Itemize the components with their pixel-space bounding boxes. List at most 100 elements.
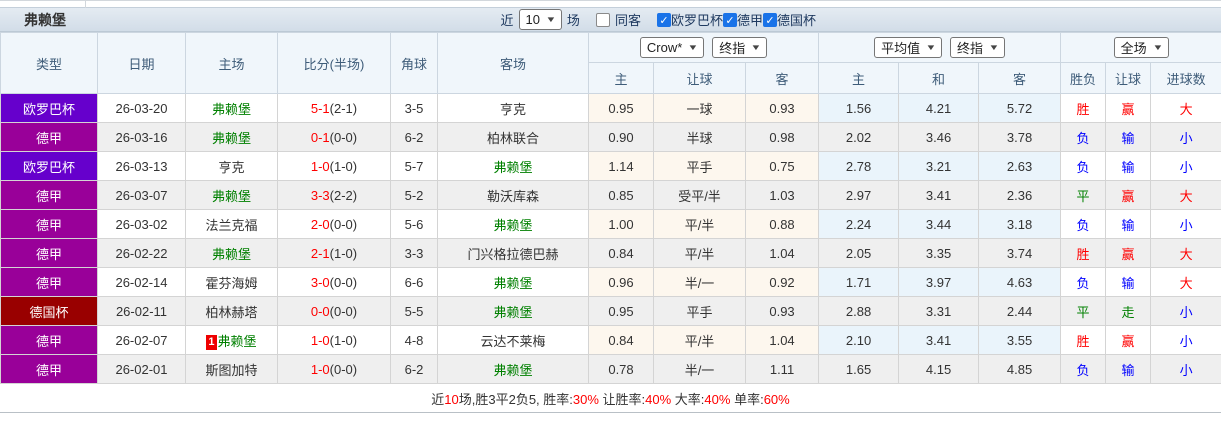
home-team-name: 斯图加特 <box>205 362 258 378</box>
score-halftime: (0-0) <box>329 361 358 377</box>
summary-segment: 场,胜3平2负5, 胜率: <box>458 391 573 407</box>
result-goals: 大 <box>1150 238 1221 268</box>
corner-score: 3-5 <box>390 93 438 123</box>
result-goals: 小 <box>1150 325 1221 355</box>
summary-segment: 让胜率: <box>598 391 646 407</box>
euro-away-odds: 3.78 <box>978 122 1062 152</box>
competition-checkbox-label[interactable]: 德国杯 <box>777 10 816 29</box>
subcol-asia-home: 主 <box>588 62 654 94</box>
col-header-score: 比分(半场) <box>277 32 391 94</box>
match-type-badge: 德甲 <box>0 209 98 239</box>
match-type-badge: 德甲 <box>0 267 98 297</box>
result-winlose: 胜 <box>1060 325 1107 355</box>
summary-segment: 近 <box>431 391 445 407</box>
score-halftime: (0-0) <box>329 129 358 145</box>
col-header-date: 日期 <box>97 32 186 94</box>
result-handicap: 赢 <box>1105 238 1152 268</box>
asia-home-odds: 0.84 <box>588 325 654 355</box>
scope-select[interactable]: 全场 ▼ <box>1113 37 1169 58</box>
competition-checkbox[interactable]: ✓ <box>722 12 737 27</box>
home-team-cell: 弗赖堡 <box>185 93 278 123</box>
corner-score: 6-6 <box>390 267 438 297</box>
home-team-cell: 法兰克福 <box>185 209 278 239</box>
score-halftime: (0-0) <box>329 303 358 319</box>
match-type-badge: 德甲 <box>0 354 98 384</box>
same-away-label[interactable]: 同客 <box>615 10 641 29</box>
match-date: 26-02-22 <box>97 238 186 268</box>
competition-checkbox-label[interactable]: 德甲 <box>737 10 763 29</box>
result-handicap: 输 <box>1105 151 1152 181</box>
asia-away-odds: 0.93 <box>744 296 820 326</box>
euro-home-odds: 2.02 <box>818 122 900 152</box>
competition-checkbox[interactable]: ✓ <box>656 12 671 27</box>
asia-away-odds: 1.11 <box>744 354 820 384</box>
recent-count-value: 10 <box>525 12 540 27</box>
asia-handicap-line: 半/一 <box>653 267 746 297</box>
score-fulltime: 0-1 <box>310 129 330 145</box>
euro-away-odds: 2.63 <box>978 151 1062 181</box>
euro-home-odds: 1.71 <box>818 267 900 297</box>
subcol-euro-away: 客 <box>978 62 1062 94</box>
score-cell: 5-1(2-1) <box>277 93 391 123</box>
score-fulltime: 0-0 <box>310 303 330 319</box>
table-row: 德甲 26-02-14 霍芬海姆 3-0(0-0) 6-6 弗赖堡 0.96 半/一 0.92 1… <box>0 267 1221 297</box>
asia-away-odds: 0.93 <box>744 93 820 123</box>
corner-score: 5-2 <box>390 180 438 210</box>
euro-draw-odds: 3.41 <box>898 180 980 210</box>
match-date: 26-02-07 <box>97 325 186 355</box>
euro-away-odds: 3.55 <box>978 325 1062 355</box>
euro-home-odds: 2.24 <box>818 209 900 239</box>
asia-home-odds: 0.95 <box>588 93 654 123</box>
result-handicap: 输 <box>1105 354 1152 384</box>
table-row: 德甲 26-02-22 弗赖堡 2-1(1-0) 3-3 门兴格拉德巴赫 0.84 平/半 1.… <box>0 238 1221 268</box>
home-team-cell: 弗赖堡 <box>185 180 278 210</box>
score-halftime: (1-0) <box>329 245 358 261</box>
home-team-cell: 斯图加特 <box>185 354 278 384</box>
score-fulltime: 5-1 <box>310 100 330 116</box>
away-team-name: 勒沃库森 <box>486 188 539 204</box>
subcol-result-goals: 进球数 <box>1150 62 1221 94</box>
competition-checkbox-label[interactable]: 欧罗巴杯 <box>671 10 723 29</box>
away-team-cell: 亨克 <box>437 93 589 123</box>
asia-handicap-line: 平/半 <box>653 238 746 268</box>
result-winlose: 负 <box>1060 122 1107 152</box>
col-header-home: 主场 <box>185 32 278 94</box>
result-handicap: 赢 <box>1105 325 1152 355</box>
home-team-cell: 弗赖堡 <box>185 238 278 268</box>
home-team-cell: 弗赖堡 <box>185 122 278 152</box>
euro-home-odds: 1.65 <box>818 354 900 384</box>
result-header: 全场 ▼ <box>1060 32 1221 63</box>
col-header-away: 客场 <box>437 32 589 94</box>
asia-handicap-line: 平/半 <box>653 209 746 239</box>
subcol-euro-draw: 和 <box>898 62 980 94</box>
away-team-cell: 弗赖堡 <box>437 267 589 297</box>
euro-mode-select[interactable]: 终指 ▼ <box>950 37 1005 58</box>
euro-odds-header: 平均值 ▼ 终指 ▼ <box>818 32 1062 63</box>
asia-home-odds: 0.84 <box>588 238 654 268</box>
asia-mode-select[interactable]: 终指 ▼ <box>712 37 768 58</box>
asia-handicap-line: 平手 <box>653 296 746 326</box>
home-team-name: 弗赖堡 <box>211 246 251 262</box>
score-fulltime: 3-3 <box>310 187 330 203</box>
asia-company-select[interactable]: Crow* ▼ <box>639 37 705 58</box>
same-away-checkbox[interactable] <box>595 12 610 27</box>
match-type-badge: 德甲 <box>0 122 98 152</box>
table-row: 德甲 26-03-07 弗赖堡 3-3(2-2) 5-2 勒沃库森 0.85 受平/半 1.03… <box>0 180 1221 210</box>
recent-count-select[interactable]: 10 ▼ <box>518 9 562 30</box>
summary-segment: 30% <box>572 391 599 407</box>
euro-draw-odds: 3.46 <box>898 122 980 152</box>
euro-draw-odds: 3.44 <box>898 209 980 239</box>
euro-company-select[interactable]: 平均值 ▼ <box>874 37 943 58</box>
asia-away-odds: 0.92 <box>744 267 820 297</box>
home-team-name: 弗赖堡 <box>217 333 257 349</box>
score-halftime: (1-0) <box>329 332 358 348</box>
away-team-name: 云达不莱梅 <box>480 333 546 349</box>
table-row: 欧罗巴杯 26-03-20 弗赖堡 5-1(2-1) 3-5 亨克 0.95 一球 0.93 1.… <box>0 93 1221 123</box>
away-team-name: 亨克 <box>499 101 526 117</box>
competition-checkbox[interactable]: ✓ <box>762 12 777 27</box>
away-team-name: 弗赖堡 <box>493 159 533 175</box>
euro-draw-odds: 3.21 <box>898 151 980 181</box>
match-type-badge: 德国杯 <box>0 296 98 326</box>
asia-handicap-line: 平/半 <box>653 325 746 355</box>
asia-away-odds: 1.04 <box>744 325 820 355</box>
